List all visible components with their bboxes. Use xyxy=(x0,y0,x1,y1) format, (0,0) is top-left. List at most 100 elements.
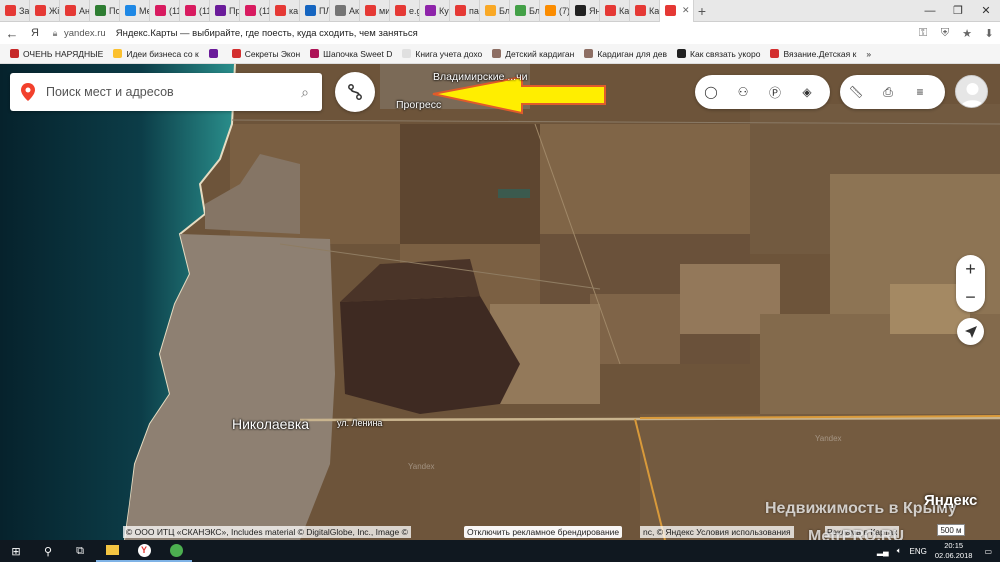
browser-tab[interactable]: За xyxy=(0,0,30,22)
search-icon[interactable]: ⚲ xyxy=(32,540,64,562)
browser-tab[interactable]: Ку xyxy=(420,0,450,22)
browser-tab[interactable]: (11 xyxy=(180,0,210,22)
more-bookmarks-icon[interactable]: » xyxy=(866,49,871,59)
bookmark-item[interactable] xyxy=(208,49,222,58)
ruler-icon[interactable]: 📏︎ xyxy=(840,75,872,109)
page-title[interactable]: Яндекс.Карты — выбирайте, где поесть, ку… xyxy=(116,28,418,39)
restore-icon[interactable]: ❐ xyxy=(944,0,972,22)
tab-favicon-icon xyxy=(515,5,526,16)
place-label-vladimirskoe[interactable]: Владимирские ...чи xyxy=(433,71,527,83)
tab-favicon-icon xyxy=(425,5,436,16)
bookmark-item[interactable]: Книга учета дохо xyxy=(402,49,482,59)
task-view-icon[interactable]: ⧉ xyxy=(64,540,96,562)
browser-tab[interactable]: Пр xyxy=(210,0,240,22)
search-box[interactable]: ⌕ xyxy=(10,73,322,111)
lock-icon[interactable]: 🔒︎ xyxy=(46,28,64,39)
windows-start-icon[interactable]: ⊞ xyxy=(0,540,32,562)
satellite-map[interactable]: Yandex Yandex xyxy=(0,64,1000,540)
bookmark-item[interactable]: Секреты Экон xyxy=(231,49,300,59)
browser-tab[interactable]: Жі xyxy=(30,0,60,22)
map-layers-controls: ◯ ⚇ Ⓟ ◈ xyxy=(695,75,830,109)
notifications-icon[interactable]: ▭ xyxy=(984,547,992,556)
yandex-browser-icon[interactable]: Я xyxy=(24,27,46,39)
traffic-icon[interactable]: ◯ xyxy=(695,75,727,109)
parking-icon[interactable]: Ⓟ xyxy=(759,75,791,109)
tab-label: Пр xyxy=(229,5,240,16)
tab-favicon-icon xyxy=(65,5,76,16)
bookmark-favicon-icon xyxy=(677,49,687,58)
place-label-nikolaevka[interactable]: Николаевка xyxy=(232,416,309,432)
bookmark-label: Книга учета дохо xyxy=(415,48,483,59)
bookmark-item[interactable]: Детский кардиган xyxy=(492,49,574,59)
language-indicator[interactable]: ENG xyxy=(910,547,927,556)
browser-tab[interactable]: Ме xyxy=(120,0,150,22)
bookmark-favicon-icon xyxy=(208,49,218,58)
tab-label: Ян xyxy=(589,5,600,16)
zoom-out-button[interactable]: − xyxy=(956,283,985,311)
browser-tab[interactable]: Бл xyxy=(480,0,510,22)
bookmark-item[interactable]: Как связать укоро xyxy=(677,49,760,59)
network-icon[interactable]: ▂▄ xyxy=(877,547,889,556)
street-label[interactable]: ул. Ленина xyxy=(337,418,382,428)
windows-taskbar: ⊞ ⚲ ⧉ Y xyxy=(0,540,1000,562)
route-button[interactable] xyxy=(335,72,375,112)
browser-tab[interactable]: ПЛ xyxy=(300,0,330,22)
tab-label: (11 xyxy=(169,5,179,16)
new-tab-icon[interactable]: + xyxy=(694,3,710,19)
key-icon[interactable]: ⚿ xyxy=(912,27,934,40)
tab-favicon-icon xyxy=(35,5,46,16)
clock[interactable]: 20:15 02.06.2018 xyxy=(935,541,973,561)
close-window-icon[interactable]: ✕ xyxy=(972,0,1000,22)
back-arrow-icon[interactable]: ← xyxy=(0,26,24,41)
minimize-icon[interactable]: — xyxy=(916,0,944,22)
volume-icon[interactable]: 🔈︎ xyxy=(897,546,902,556)
browser-tab[interactable]: Ак xyxy=(330,0,360,22)
browser-tab[interactable]: ✕ xyxy=(660,0,694,22)
torrent-icon[interactable] xyxy=(160,540,192,562)
tab-favicon-icon xyxy=(635,5,646,16)
place-label-progress[interactable]: Прогресс xyxy=(396,99,441,111)
bookmark-item[interactable]: Кардиган для дев xyxy=(584,49,667,59)
browser-tab[interactable]: (11 xyxy=(150,0,180,22)
browser-tab[interactable]: (7) xyxy=(540,0,570,22)
copyright-right[interactable]: nc, © Яндекс Условия использования xyxy=(640,526,794,538)
browser-tab[interactable]: Ка xyxy=(600,0,630,22)
file-explorer-icon[interactable] xyxy=(96,540,128,562)
geolocation-button[interactable] xyxy=(957,318,984,345)
tab-favicon-icon xyxy=(455,5,466,16)
download-icon[interactable]: ⬇ xyxy=(978,27,1000,40)
browser-tab[interactable]: (11 xyxy=(240,0,270,22)
search-icon[interactable]: ⌕ xyxy=(288,84,322,101)
tab-favicon-icon xyxy=(275,5,286,16)
tab-label: ми xyxy=(379,5,390,16)
disable-ad-branding-link[interactable]: Отключить рекламное брендирование xyxy=(464,526,623,538)
browser-tab[interactable]: e.g xyxy=(390,0,420,22)
user-avatar[interactable] xyxy=(955,75,988,108)
yandex-map-watermark: Yandex xyxy=(408,462,435,471)
panorama-icon[interactable]: ⚇ xyxy=(727,75,759,109)
tab-favicon-icon xyxy=(335,5,346,16)
search-input[interactable] xyxy=(46,85,288,99)
bookmark-item[interactable]: Вязание.Детская к xyxy=(770,49,856,59)
browser-tab[interactable]: По xyxy=(90,0,120,22)
browser-tab[interactable]: ка xyxy=(270,0,300,22)
browser-tab[interactable]: Ка xyxy=(630,0,660,22)
bookmark-item[interactable]: Идеи бизнеса со к xyxy=(113,49,199,59)
close-tab-icon[interactable]: ✕ xyxy=(682,5,690,16)
layers-icon[interactable]: ◈ xyxy=(791,75,823,109)
bookmark-item[interactable]: Шапочка Sweet D xyxy=(310,49,392,59)
shield-icon[interactable]: ⛨ xyxy=(934,27,956,40)
browser-tab[interactable]: Ан xyxy=(60,0,90,22)
menu-icon[interactable]: ≡ xyxy=(904,75,936,109)
browser-tab[interactable]: Ян xyxy=(570,0,600,22)
tab-favicon-icon xyxy=(5,5,16,16)
zoom-in-button[interactable]: + xyxy=(956,255,985,283)
print-icon[interactable]: ⎙ xyxy=(872,75,904,109)
browser-tab[interactable]: Бл xyxy=(510,0,540,22)
browser-tab[interactable]: ми xyxy=(360,0,390,22)
bookmark-item[interactable]: ОЧЕНЬ НАРЯДНЫЕ xyxy=(10,49,103,59)
yandex-browser-taskbar-icon[interactable]: Y xyxy=(128,540,160,562)
browser-tab[interactable]: па xyxy=(450,0,480,22)
bookmark-star-icon[interactable]: ★ xyxy=(956,27,978,40)
url-domain[interactable]: yandex.ru xyxy=(64,28,106,39)
